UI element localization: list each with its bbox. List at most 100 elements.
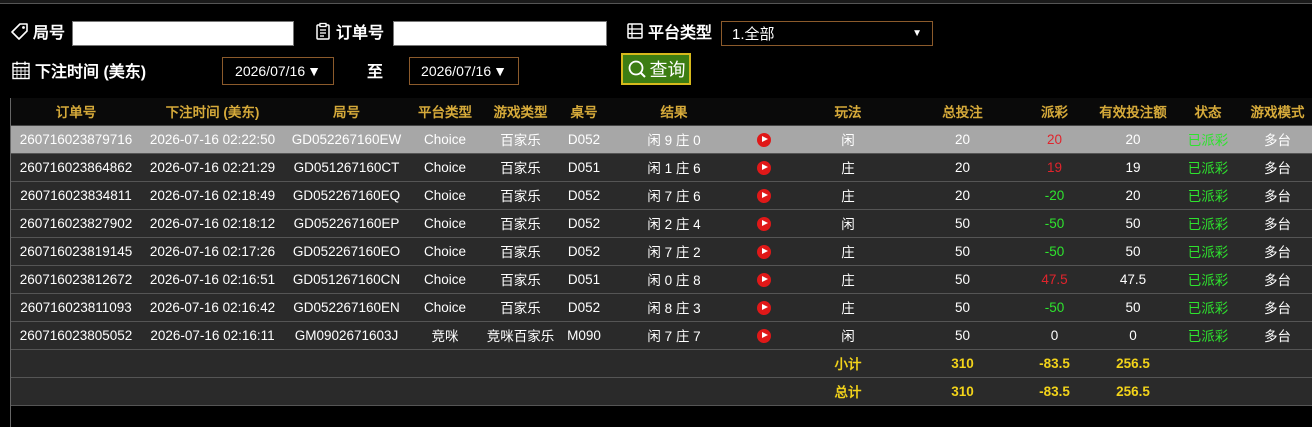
validbet-cell: 20: [1092, 181, 1174, 210]
replay-play-icon[interactable]: [757, 160, 771, 175]
validbet-cell: 0: [1092, 321, 1174, 350]
gametype-cell: 百家乐: [481, 181, 560, 210]
to-label: 至: [367, 64, 384, 81]
order-cell: 260716023819145: [11, 237, 141, 266]
order-cell: 260716023827902: [11, 209, 141, 238]
table-row[interactable]: 260716023879716 2026-07-16 02:22:50 GD0522…: [11, 125, 1312, 154]
col-header-bettime: 下注时间 (美东): [141, 98, 284, 126]
order-input[interactable]: [393, 21, 607, 46]
status-cell: 已派彩: [1174, 209, 1242, 238]
replay-play-icon[interactable]: [757, 216, 771, 231]
totalbet-cell: 50: [908, 321, 1017, 350]
replay-cell[interactable]: [740, 181, 788, 210]
totalbet-cell: 20: [908, 153, 1017, 182]
col-header-validbet: 有效投注额: [1092, 98, 1174, 126]
status-cell: 已派彩: [1174, 265, 1242, 294]
totalbet-cell: 50: [908, 265, 1017, 294]
round-cell: GD051267160CN: [284, 265, 409, 294]
replay-play-icon[interactable]: [757, 132, 771, 147]
bettime-cell: 2026-07-16 02:16:42: [141, 293, 284, 322]
dropdown-arrow-icon: ▼: [912, 28, 922, 39]
replay-cell[interactable]: [740, 153, 788, 182]
table-row[interactable]: 260716023864862 2026-07-16 02:21:29 GD0512…: [11, 153, 1312, 182]
date-to-picker[interactable]: 2026/07/16 ▼: [409, 57, 519, 85]
round-cell: GD052267160EQ: [284, 181, 409, 210]
table-row[interactable]: 260716023812672 2026-07-16 02:16:51 GD0512…: [11, 265, 1312, 294]
replay-play-icon[interactable]: [757, 300, 771, 315]
col-header-payout: 派彩: [1017, 98, 1092, 126]
order-label: 订单号: [314, 19, 384, 43]
platform-select[interactable]: 1.全部 ▼: [721, 21, 933, 46]
replay-play-icon[interactable]: [757, 244, 771, 259]
replay-cell[interactable]: [740, 265, 788, 294]
totalbet-cell: 20: [908, 181, 1017, 210]
tag-icon: [11, 23, 28, 40]
totalbet-cell: 50: [908, 209, 1017, 238]
replay-play-icon[interactable]: [757, 188, 771, 203]
gametype-cell: 百家乐: [481, 265, 560, 294]
validbet-cell: 20: [1092, 125, 1174, 154]
totalbet-cell: 20: [908, 125, 1017, 154]
replay-cell[interactable]: [740, 125, 788, 154]
validbet-cell: 47.5: [1092, 265, 1174, 294]
payout-cell: 0: [1017, 321, 1092, 350]
validbet-cell: 50: [1092, 293, 1174, 322]
validbet-cell: 19: [1092, 153, 1174, 182]
total-payout: -83.5: [1017, 377, 1092, 406]
order-cell: 260716023805052: [11, 321, 141, 350]
round-cell: GD051267160CT: [284, 153, 409, 182]
bettime-cell: 2026-07-16 02:18:12: [141, 209, 284, 238]
bettime-cell: 2026-07-16 02:16:11: [141, 321, 284, 350]
round-label: 局号: [11, 19, 65, 43]
top-border: [0, 0, 1312, 4]
table-row[interactable]: 260716023805052 2026-07-16 02:16:11 GM0902…: [11, 321, 1312, 350]
platform-cell: Choice: [409, 209, 481, 238]
col-header-replay: [740, 98, 788, 126]
replay-cell[interactable]: [740, 237, 788, 266]
table-row[interactable]: 260716023819145 2026-07-16 02:17:26 GD0522…: [11, 237, 1312, 266]
result-cell: 闲 7 庄 7: [608, 321, 740, 350]
result-cell: 闲 0 庄 8: [608, 265, 740, 294]
platform-cell: Choice: [409, 153, 481, 182]
play-cell: 庄: [788, 153, 908, 182]
mode-cell: 多台: [1242, 209, 1312, 238]
status-cell: 已派彩: [1174, 321, 1242, 350]
bettime-cell: 2026-07-16 02:16:51: [141, 265, 284, 294]
query-button[interactable]: 查询: [621, 53, 691, 85]
gametype-cell: 竞咪百家乐: [481, 321, 560, 350]
table-row[interactable]: 260716023811093 2026-07-16 02:16:42 GD0522…: [11, 293, 1312, 322]
round-cell: GD052267160EW: [284, 125, 409, 154]
round-label-text: 局号: [33, 25, 66, 42]
replay-cell[interactable]: [740, 293, 788, 322]
mode-cell: 多台: [1242, 265, 1312, 294]
replay-cell[interactable]: [740, 209, 788, 238]
replay-play-icon[interactable]: [757, 272, 771, 287]
replay-cell[interactable]: [740, 321, 788, 350]
status-cell: 已派彩: [1174, 181, 1242, 210]
total-bet: 310: [908, 377, 1017, 406]
query-button-label: 查询: [649, 60, 686, 80]
list-icon: [627, 23, 643, 39]
col-header-table: 桌号: [560, 98, 608, 126]
date-from-value: 2026/07/16: [235, 63, 306, 79]
gametype-cell: 百家乐: [481, 293, 560, 322]
totalbet-cell: 50: [908, 237, 1017, 266]
col-header-order: 订单号: [11, 98, 141, 126]
status-cell: 已派彩: [1174, 237, 1242, 266]
mode-cell: 多台: [1242, 321, 1312, 350]
payout-cell: -20: [1017, 181, 1092, 210]
table-no-cell: M090: [560, 321, 608, 350]
results-table: 订单号 下注时间 (美东) 局号 平台类型 游戏类型 桌号 结果 玩法 总投注 …: [11, 98, 1312, 406]
date-from-picker[interactable]: 2026/07/16 ▼: [222, 57, 334, 85]
col-header-play: 玩法: [788, 98, 908, 126]
table-row[interactable]: 260716023834811 2026-07-16 02:18:49 GD0522…: [11, 181, 1312, 210]
platform-cell: Choice: [409, 181, 481, 210]
play-cell: 庄: [788, 181, 908, 210]
bettime-cell: 2026-07-16 02:21:29: [141, 153, 284, 182]
order-label-text: 订单号: [336, 25, 385, 42]
table-row[interactable]: 260716023827902 2026-07-16 02:18:12 GD0522…: [11, 209, 1312, 238]
round-input[interactable]: [72, 21, 294, 46]
subtotal-label: 小计: [788, 349, 908, 378]
play-cell: 闲: [788, 321, 908, 350]
replay-play-icon[interactable]: [757, 328, 771, 343]
